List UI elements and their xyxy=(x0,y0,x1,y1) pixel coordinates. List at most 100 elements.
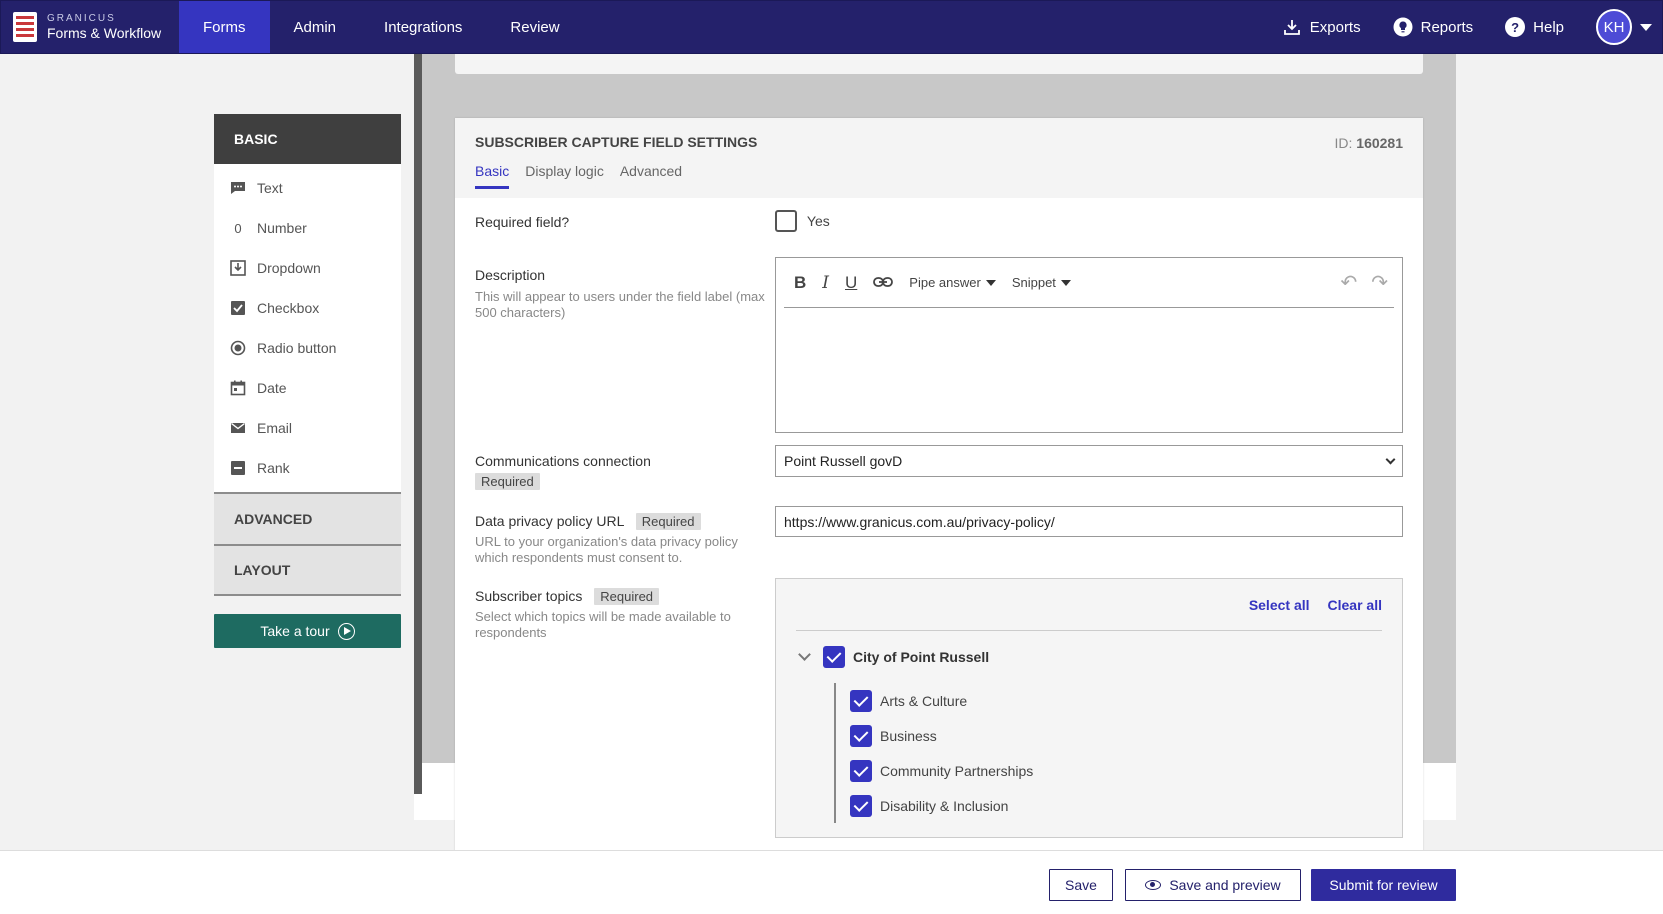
nav-admin[interactable]: Admin xyxy=(270,1,361,53)
top-navigation-bar: GRANICUS Forms & Workflow Forms Admin In… xyxy=(0,0,1663,54)
field-id-label: ID: xyxy=(1334,135,1353,151)
product-name: Forms & Workflow xyxy=(47,24,162,41)
select-all-link[interactable]: Select all xyxy=(1249,597,1310,613)
palette-item-email[interactable]: Email xyxy=(214,408,401,448)
save-and-preview-button[interactable]: Save and preview xyxy=(1125,869,1301,901)
description-editor: B I U Pipe answer Snippet ↶ ↷ xyxy=(775,257,1403,433)
palette-item-checkbox[interactable]: Checkbox xyxy=(214,288,401,328)
required-badge: Required xyxy=(594,588,660,605)
palette-layout-section[interactable]: LAYOUT xyxy=(214,544,401,596)
save-button[interactable]: Save xyxy=(1049,869,1113,901)
granicus-logo-icon xyxy=(13,12,37,42)
palette-item-rank[interactable]: Rank xyxy=(214,448,401,488)
topic-group-checkbox[interactable] xyxy=(823,646,845,668)
reports-label: Reports xyxy=(1420,18,1474,36)
nav-forms[interactable]: Forms xyxy=(179,1,270,53)
rank-icon xyxy=(230,460,246,476)
privacy-help: URL to your organization's data privacy … xyxy=(475,534,738,566)
editor-toolbar: B I U Pipe answer Snippet ↶ ↷ xyxy=(784,258,1394,308)
top-right-actions: Exports Reports ? Help KH xyxy=(1282,1,1662,53)
description-label-group: Description This will appear to users un… xyxy=(475,267,765,322)
chevron-down-icon[interactable] xyxy=(1640,23,1652,31)
snippet-dropdown[interactable]: Snippet xyxy=(1012,275,1071,290)
palette-item-date[interactable]: Date xyxy=(214,368,401,408)
question-icon: ? xyxy=(1505,17,1526,37)
caret-down-icon xyxy=(1060,279,1071,286)
tab-display-logic[interactable]: Display logic xyxy=(525,163,604,189)
exports-link[interactable]: Exports xyxy=(1282,17,1361,37)
settings-header: SUBSCRIBER CAPTURE FIELD SETTINGS ID: 16… xyxy=(455,118,1423,198)
bold-icon[interactable]: B xyxy=(794,273,806,293)
topic-checkbox[interactable] xyxy=(850,759,872,782)
palette-item-text[interactable]: Text xyxy=(214,168,401,208)
history-controls: ↶ ↷ xyxy=(1326,270,1394,295)
topic-label: Disability & Inclusion xyxy=(880,797,1009,814)
clear-all-link[interactable]: Clear all xyxy=(1328,597,1382,613)
topic-children: Arts & Culture Business Community Partne… xyxy=(834,683,1382,823)
topic-label: Community Partnerships xyxy=(880,762,1034,779)
settings-title: SUBSCRIBER CAPTURE FIELD SETTINGS xyxy=(475,134,758,150)
submit-for-review-button[interactable]: Submit for review xyxy=(1311,869,1456,901)
help-link[interactable]: ? Help xyxy=(1505,17,1564,37)
brand[interactable]: GRANICUS Forms & Workflow xyxy=(1,1,179,53)
tab-basic[interactable]: Basic xyxy=(475,163,510,189)
list-item: Business xyxy=(850,718,1382,753)
brand-name: GRANICUS xyxy=(47,13,116,25)
undo-icon[interactable]: ↶ xyxy=(1340,270,1357,295)
topic-checkbox[interactable] xyxy=(850,794,872,817)
topics-control: Select all Clear all City of Point Russe… xyxy=(775,578,1403,838)
number-icon: 0 xyxy=(234,220,242,236)
chevron-down-icon xyxy=(1385,454,1396,464)
take-a-tour-button[interactable]: Take a tour xyxy=(214,614,401,648)
communications-control: Point Russell govD xyxy=(775,445,1403,477)
palette-item-label: Radio button xyxy=(257,340,337,356)
list-item: Arts & Culture xyxy=(850,683,1382,718)
reports-link[interactable]: Reports xyxy=(1393,17,1474,37)
palette-item-radio[interactable]: Radio button xyxy=(214,328,401,368)
communications-value: Point Russell govD xyxy=(784,453,903,469)
chevron-down-icon[interactable] xyxy=(798,648,811,661)
underline-icon[interactable]: U xyxy=(845,273,857,293)
tab-advanced[interactable]: Advanced xyxy=(620,163,682,189)
settings-tabs: Basic Display logic Advanced xyxy=(475,163,1403,189)
palette-item-dropdown[interactable]: Dropdown xyxy=(214,248,401,288)
palette-item-label: Text xyxy=(257,180,283,196)
pipe-answer-dropdown[interactable]: Pipe answer xyxy=(909,275,996,290)
required-field-checkbox[interactable] xyxy=(775,210,797,232)
palette-basic-list: Text 0 Number Dropdown Checkbox Radio bu… xyxy=(214,164,401,492)
topic-checkbox[interactable] xyxy=(850,724,872,747)
required-badge: Required xyxy=(635,513,701,530)
link-icon[interactable] xyxy=(873,273,894,293)
palette-basic-header[interactable]: BASIC xyxy=(214,114,401,164)
nav-integrations[interactable]: Integrations xyxy=(360,1,486,53)
communications-label-group: Communications connection Required xyxy=(475,453,765,490)
form-action-bar: Save Save and preview Submit for review xyxy=(0,850,1663,914)
privacy-url-input[interactable]: https://www.granicus.com.au/privacy-poli… xyxy=(775,506,1403,537)
previous-field-card xyxy=(455,54,1423,74)
redo-icon[interactable]: ↷ xyxy=(1371,270,1388,295)
privacy-control: https://www.granicus.com.au/privacy-poli… xyxy=(775,506,1403,537)
tour-label: Take a tour xyxy=(260,623,330,639)
palette-item-number[interactable]: 0 Number xyxy=(214,208,401,248)
topic-checkbox[interactable] xyxy=(850,689,872,712)
user-avatar[interactable]: KH xyxy=(1596,9,1632,45)
topic-group-label: City of Point Russell xyxy=(853,649,990,665)
palette-advanced-section[interactable]: ADVANCED xyxy=(214,492,401,544)
palette-item-label: Checkbox xyxy=(257,300,320,316)
list-item: Community Partnerships xyxy=(850,753,1382,788)
nav-review[interactable]: Review xyxy=(486,1,583,53)
save-and-preview-label: Save and preview xyxy=(1169,877,1281,893)
field-id: ID: 160281 xyxy=(1335,135,1404,151)
topic-group-row: City of Point Russell xyxy=(796,631,1382,683)
privacy-label-line: Data privacy policy URL Required xyxy=(475,513,765,530)
text-field-icon xyxy=(230,180,246,196)
field-id-value: 160281 xyxy=(1356,135,1403,151)
required-field-option: Yes xyxy=(806,213,830,229)
palette-item-label: Number xyxy=(257,220,307,236)
topics-tree-panel: Select all Clear all City of Point Russe… xyxy=(775,578,1403,838)
description-help: This will appear to users under the fiel… xyxy=(475,289,765,321)
palette-item-label: Date xyxy=(257,380,287,396)
communications-select[interactable]: Point Russell govD xyxy=(775,445,1403,477)
brand-text: GRANICUS Forms & Workflow xyxy=(47,13,161,41)
italic-icon[interactable]: I xyxy=(822,273,829,293)
